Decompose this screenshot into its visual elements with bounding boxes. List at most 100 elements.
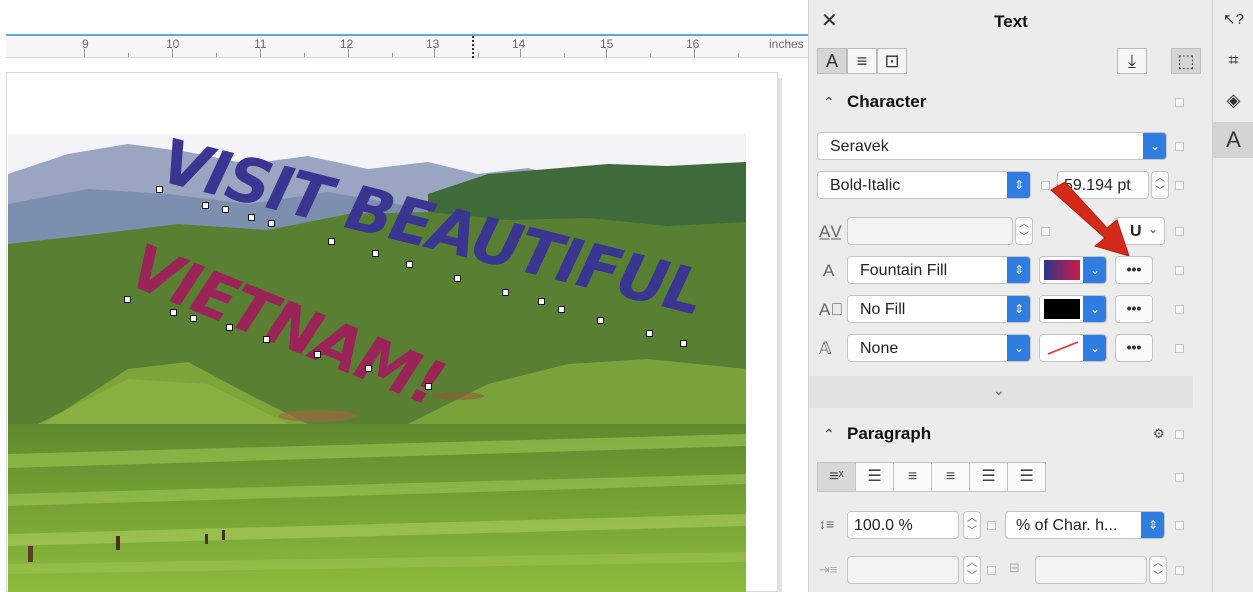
paragraph-tab-icon[interactable]: ≡: [847, 48, 877, 74]
node-handle[interactable]: [425, 383, 432, 390]
outline-color-picker[interactable]: ⌄: [1039, 295, 1107, 323]
node-handle[interactable]: [190, 315, 197, 322]
line-spacing-field[interactable]: 100.0 %: [847, 511, 959, 539]
import-text-icon[interactable]: ⤓: [1117, 48, 1147, 74]
hints-icon[interactable]: ↖?: [1213, 2, 1253, 38]
background-color-picker[interactable]: ⌄: [1039, 334, 1107, 362]
object-properties-icon[interactable]: ⌗: [1213, 42, 1253, 78]
chevron-down-icon[interactable]: ⌄: [1083, 335, 1106, 361]
line-spacing-stepper[interactable]: ︿ ﹀: [963, 511, 981, 539]
fill-color-picker[interactable]: ⌄: [1039, 256, 1107, 284]
indent-field[interactable]: [847, 556, 959, 584]
text-icon[interactable]: A: [1213, 122, 1253, 158]
font-family-value: Seravek: [830, 138, 889, 155]
font-style-dropdown[interactable]: Bold-Italic ⇕: [817, 171, 1031, 199]
node-handle[interactable]: [202, 202, 209, 209]
character-tab-icon[interactable]: A: [817, 48, 847, 74]
font-size-stepper[interactable]: ︿ ﹀: [1151, 171, 1169, 199]
docker-header: ✕ Text: [809, 0, 1213, 40]
lock-checkbox[interactable]: [1175, 344, 1184, 353]
chevron-down-icon[interactable]: ⌄: [1007, 335, 1030, 361]
node-handle[interactable]: [538, 298, 545, 305]
background-type-dropdown[interactable]: None ⌄: [847, 334, 1031, 362]
node-handle[interactable]: [558, 306, 565, 313]
align-left-button[interactable]: ☰: [855, 462, 894, 492]
node-handle[interactable]: [328, 238, 335, 245]
node-handle[interactable]: [454, 275, 461, 282]
kerning-field[interactable]: [847, 217, 1013, 245]
background-type-value: None: [860, 340, 899, 357]
lock-checkbox[interactable]: [1175, 305, 1184, 314]
node-handle[interactable]: [372, 250, 379, 257]
align-justify-button[interactable]: ☰: [969, 462, 1008, 492]
lock-checkbox[interactable]: [1175, 181, 1184, 190]
outline-type-dropdown[interactable]: No Fill ⇕: [847, 295, 1031, 323]
docker-title: Text: [994, 12, 1028, 31]
node-handle[interactable]: [597, 317, 604, 324]
lock-checkbox[interactable]: [1175, 227, 1184, 236]
spacing-unit-dropdown[interactable]: % of Char. h... ⇕: [1005, 511, 1165, 539]
lock-checkbox[interactable]: [987, 566, 996, 575]
align-right-button[interactable]: ≡: [931, 462, 970, 492]
settings-gear-icon[interactable]: ⚙: [1153, 426, 1165, 442]
updown-icon[interactable]: ⇕: [1141, 512, 1164, 538]
chevron-down-icon[interactable]: ⌄: [1083, 257, 1106, 283]
node-handle[interactable]: [226, 324, 233, 331]
lock-checkbox[interactable]: [1175, 521, 1184, 530]
chevron-down-icon[interactable]: ⌄: [993, 382, 1005, 399]
lock-checkbox[interactable]: [1175, 566, 1184, 575]
align-none-button[interactable]: ≡ˣ: [817, 462, 856, 492]
background-fill-icon: 𝔸: [819, 339, 832, 358]
lock-checkbox[interactable]: [1175, 430, 1184, 439]
node-handle[interactable]: [170, 309, 177, 316]
node-handle[interactable]: [268, 220, 275, 227]
chevron-down-icon[interactable]: ⌄: [1143, 133, 1166, 159]
frame-tab-icon[interactable]: ⊡: [877, 48, 907, 74]
node-handle[interactable]: [156, 186, 163, 193]
lock-checkbox[interactable]: [1175, 473, 1184, 482]
node-handle[interactable]: [222, 206, 229, 213]
collapse-chevron-icon[interactable]: ⌃: [823, 426, 835, 443]
chevron-down-icon[interactable]: ⌄: [1083, 296, 1106, 322]
lock-checkbox[interactable]: [987, 521, 996, 530]
node-handle[interactable]: [680, 340, 687, 347]
node-handle[interactable]: [263, 336, 270, 343]
node-handle[interactable]: [365, 365, 372, 372]
align-center-button[interactable]: ≡: [893, 462, 932, 492]
node-handle[interactable]: [502, 289, 509, 296]
align-force-justify-button[interactable]: ☰: [1007, 462, 1046, 492]
right-docker-toolbar: ↖? ⌗ ◈ A: [1212, 0, 1253, 592]
lock-checkbox[interactable]: [1175, 266, 1184, 275]
annotation-arrow: [1050, 181, 1130, 257]
updown-icon[interactable]: ⇕: [1007, 257, 1030, 283]
background-settings-button[interactable]: •••: [1115, 334, 1153, 362]
drawing-canvas[interactable]: 9 10 11 12 13 14 15 16 inches VISIT BEAU…: [0, 0, 808, 592]
paragraph-spacing-field[interactable]: [1035, 556, 1147, 584]
outline-type-value: No Fill: [860, 301, 906, 318]
node-handle[interactable]: [124, 296, 131, 303]
spacing-unit-value: % of Char. h...: [1016, 517, 1118, 534]
fill-type-dropdown[interactable]: Fountain Fill ⇕: [847, 256, 1031, 284]
fill-settings-button[interactable]: •••: [1115, 256, 1153, 284]
node-handle[interactable]: [406, 261, 413, 268]
paragraph-section-header[interactable]: ⌃ Paragraph ⚙: [809, 416, 1213, 456]
lock-checkbox[interactable]: [1175, 142, 1184, 151]
node-handle[interactable]: [314, 351, 321, 358]
updown-icon[interactable]: ⇕: [1007, 296, 1030, 322]
updown-icon[interactable]: ⇕: [1007, 172, 1030, 198]
node-handle[interactable]: [646, 330, 653, 337]
kerning-stepper[interactable]: ︿ ﹀: [1015, 217, 1033, 245]
paragraph-spacing-stepper[interactable]: ︿ ﹀: [1149, 556, 1167, 584]
expand-more-strip[interactable]: ⌄: [809, 376, 1193, 408]
indent-stepper[interactable]: ︿ ﹀: [963, 556, 981, 584]
lock-checkbox[interactable]: [1175, 98, 1184, 107]
layers-icon[interactable]: ◈: [1213, 82, 1253, 118]
outline-settings-button[interactable]: •••: [1115, 295, 1153, 323]
frame-options-icon[interactable]: ⬚: [1171, 48, 1201, 74]
paragraph-spacing-icon: ⊟: [1009, 560, 1020, 575]
character-section-header[interactable]: ⌃ Character: [809, 84, 1213, 124]
font-family-dropdown[interactable]: Seravek ⌄: [817, 132, 1167, 160]
collapse-chevron-icon[interactable]: ⌃: [823, 94, 835, 111]
node-handle[interactable]: [248, 214, 255, 221]
fill-gradient-swatch: [1044, 260, 1080, 280]
